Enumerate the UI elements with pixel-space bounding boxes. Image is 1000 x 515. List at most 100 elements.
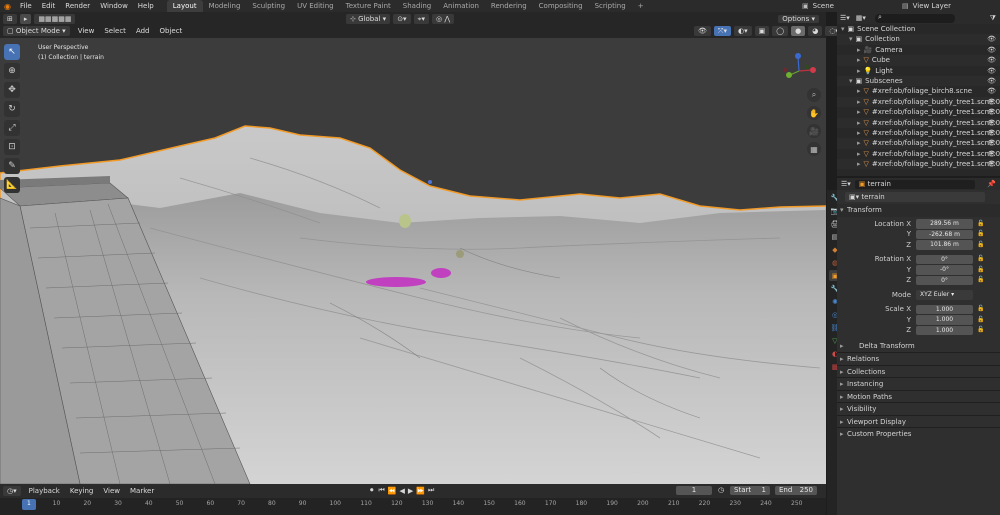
play-icon[interactable]: ▶ <box>408 487 413 495</box>
current-frame-field[interactable]: 1 <box>676 486 712 495</box>
transform-tool-icon[interactable]: ⊡ <box>4 139 20 155</box>
editor-type-button[interactable]: ⊞ <box>3 14 17 24</box>
tab-scripting[interactable]: Scripting <box>589 0 632 12</box>
tab-animation[interactable]: Animation <box>437 0 485 12</box>
snap-dropdown[interactable]: ⌖▾ <box>413 14 430 24</box>
lock-icon[interactable]: 🔓 <box>977 315 984 326</box>
start-frame-field[interactable]: Start 1 <box>730 486 770 495</box>
lock-icon[interactable]: 🔓 <box>977 254 984 265</box>
menu-edit[interactable]: Edit <box>37 0 61 12</box>
lock-icon[interactable]: 🔓 <box>977 229 984 240</box>
expand-arrow-icon[interactable]: ▸ <box>857 87 861 95</box>
location-y-field[interactable]: -262.68 m <box>916 229 973 239</box>
visibility-eye-icon[interactable]: 👁 <box>987 138 996 148</box>
expand-arrow-icon[interactable]: ▸ <box>857 160 861 168</box>
overlays-icon[interactable]: ◐▾ <box>734 26 752 36</box>
play-reverse-icon[interactable]: ◀ <box>400 487 405 495</box>
section-motion-paths[interactable]: Motion Paths <box>837 389 1000 402</box>
transform-section-header[interactable]: Transform <box>837 204 1000 217</box>
select-tool-icon[interactable]: ▸ <box>19 14 32 24</box>
outliner-row[interactable]: ▾ ▣ Collection 👁 <box>837 34 1000 45</box>
prev-key-icon[interactable]: ⏪ <box>388 487 397 495</box>
3d-viewport[interactable]: User Perspective (1) Collection | terrai… <box>0 38 826 484</box>
outliner-editor-icon[interactable]: ☰▾ <box>837 14 853 22</box>
outliner-row[interactable]: ▸ 💡 Light 👁 <box>837 66 1000 76</box>
visibility-eye-icon[interactable]: 👁 <box>987 66 996 76</box>
tab-texture-paint[interactable]: Texture Paint <box>340 0 397 12</box>
location-z-field[interactable]: 101.86 m <box>916 240 973 250</box>
lock-icon[interactable]: 🔓 <box>977 275 984 286</box>
menu-select[interactable]: Select <box>99 26 131 36</box>
end-frame-field[interactable]: End 250 <box>775 486 817 495</box>
section-instancing[interactable]: Instancing <box>837 377 1000 390</box>
transform-orientation-dropdown[interactable]: ⊹ Global ▾ <box>346 14 391 24</box>
menu-add[interactable]: Add <box>131 26 155 36</box>
outliner-row[interactable]: ▸ ▽ #xref:ob/foliage_bushy_tree1.scne.005 👁 <box>837 138 1000 149</box>
jump-end-icon[interactable]: ⏭ <box>428 486 434 495</box>
options-dropdown[interactable]: Options ▾ <box>778 15 819 23</box>
visibility-eye-icon[interactable]: 👁 <box>987 45 996 55</box>
select-mode-icons[interactable]: ▦▦▦▦▦ <box>34 14 76 24</box>
section-visibility[interactable]: Visibility <box>837 402 1000 415</box>
visibility-eye-icon[interactable]: 👁 <box>987 118 996 128</box>
lock-icon[interactable]: 🔓 <box>977 325 984 336</box>
menu-window[interactable]: Window <box>95 0 133 12</box>
menu-help[interactable]: Help <box>133 0 159 12</box>
shading-material-icon[interactable]: ◕ <box>808 26 823 36</box>
visibility-eye-icon[interactable]: 👁 <box>987 76 996 86</box>
jump-start-icon[interactable]: ⏮ <box>379 486 385 495</box>
outliner-search-input[interactable]: ⌕ <box>874 13 955 23</box>
zoom-icon[interactable]: ⌕ <box>807 88 821 102</box>
rotation-z-field[interactable]: 0° <box>916 275 973 285</box>
menu-render[interactable]: Render <box>60 0 95 12</box>
expand-arrow-icon[interactable]: ▸ <box>857 56 861 64</box>
scale-x-field[interactable]: 1.000 <box>916 304 973 314</box>
visibility-eye-icon[interactable]: 👁 <box>987 55 996 65</box>
mode-dropdown[interactable]: ▢ Object Mode ▾ <box>3 26 70 36</box>
delta-transform-section[interactable]: Delta Transform <box>837 340 1000 353</box>
scale-y-field[interactable]: 1.000 <box>916 315 973 325</box>
tab-uv-editing[interactable]: UV Editing <box>291 0 340 12</box>
select-box-tool-icon[interactable]: ↖ <box>4 44 20 60</box>
add-workspace-button[interactable]: + <box>632 0 650 12</box>
menu-marker[interactable]: Marker <box>125 486 159 496</box>
visibility-eye-icon[interactable]: 👁 <box>987 86 996 96</box>
menu-keying[interactable]: Keying <box>65 486 99 496</box>
outliner-funnel-icon[interactable]: ⧩ <box>990 14 1000 23</box>
expand-arrow-icon[interactable]: ▸ <box>857 139 861 147</box>
section-relations[interactable]: Relations <box>837 352 1000 365</box>
proportional-edit-icon[interactable]: ◎ ⋀ <box>432 14 455 24</box>
outliner-row[interactable]: ▸ 🎥 Camera 👁 <box>837 45 1000 55</box>
expand-arrow-icon[interactable]: ▸ <box>857 67 861 75</box>
tab-layout[interactable]: Layout <box>166 0 203 12</box>
visibility-eye-icon[interactable]: 👁 <box>987 149 996 159</box>
section-viewport-display[interactable]: Viewport Display <box>837 414 1000 427</box>
rotation-x-field[interactable]: 0° <box>916 254 973 264</box>
menu-file[interactable]: File <box>15 0 37 12</box>
visibility-eye-icon[interactable]: 👁 <box>987 34 996 44</box>
move-tool-icon[interactable]: ✥ <box>4 82 20 98</box>
xray-icon[interactable]: ▣ <box>754 26 770 36</box>
visibility-eye-icon[interactable]: 👁 <box>987 159 996 169</box>
expand-arrow-icon[interactable]: ▾ <box>849 35 853 43</box>
properties-editor-icon[interactable]: ☰▾ <box>841 180 851 188</box>
tab-shading[interactable]: Shading <box>397 0 437 12</box>
scale-tool-icon[interactable]: ⤢ <box>4 120 20 136</box>
outliner-row[interactable]: ▸ ▽ Cube 👁 <box>837 55 1000 66</box>
visibility-icon[interactable]: 👁▾ <box>694 26 711 45</box>
outliner-row[interactable]: ▸ ▽ #xref:ob/foliage_bushy_tree1.scne.006 👁 <box>837 149 1000 159</box>
visibility-eye-icon[interactable]: 👁 <box>987 128 996 138</box>
visibility-eye-icon[interactable]: 👁 <box>987 107 996 117</box>
pan-hand-icon[interactable]: ✋ <box>807 106 821 120</box>
outliner-row[interactable]: ▸ ▽ #xref:ob/foliage_bushy_tree1.scne.007 👁 <box>837 159 1000 170</box>
outliner-row[interactable]: ▸ ▽ #xref:ob/foliage_bushy_tree1.scne.003 👁 <box>837 117 1000 128</box>
menu-playback[interactable]: Playback <box>24 486 65 496</box>
measure-tool-icon[interactable]: 📐 <box>4 177 20 193</box>
expand-arrow-icon[interactable]: ▸ <box>857 46 861 54</box>
tab-compositing[interactable]: Compositing <box>533 0 589 12</box>
visibility-eye-icon[interactable]: 👁 <box>987 97 996 107</box>
section-collections[interactable]: Collections <box>837 364 1000 377</box>
outliner-row[interactable]: ▸ ▽ #xref:ob/foliage_bushy_tree1.scne.002 👁 <box>837 107 1000 117</box>
menu-view[interactable]: View <box>73 26 100 36</box>
outliner-filter-icon[interactable]: ▦▾ <box>853 14 869 22</box>
